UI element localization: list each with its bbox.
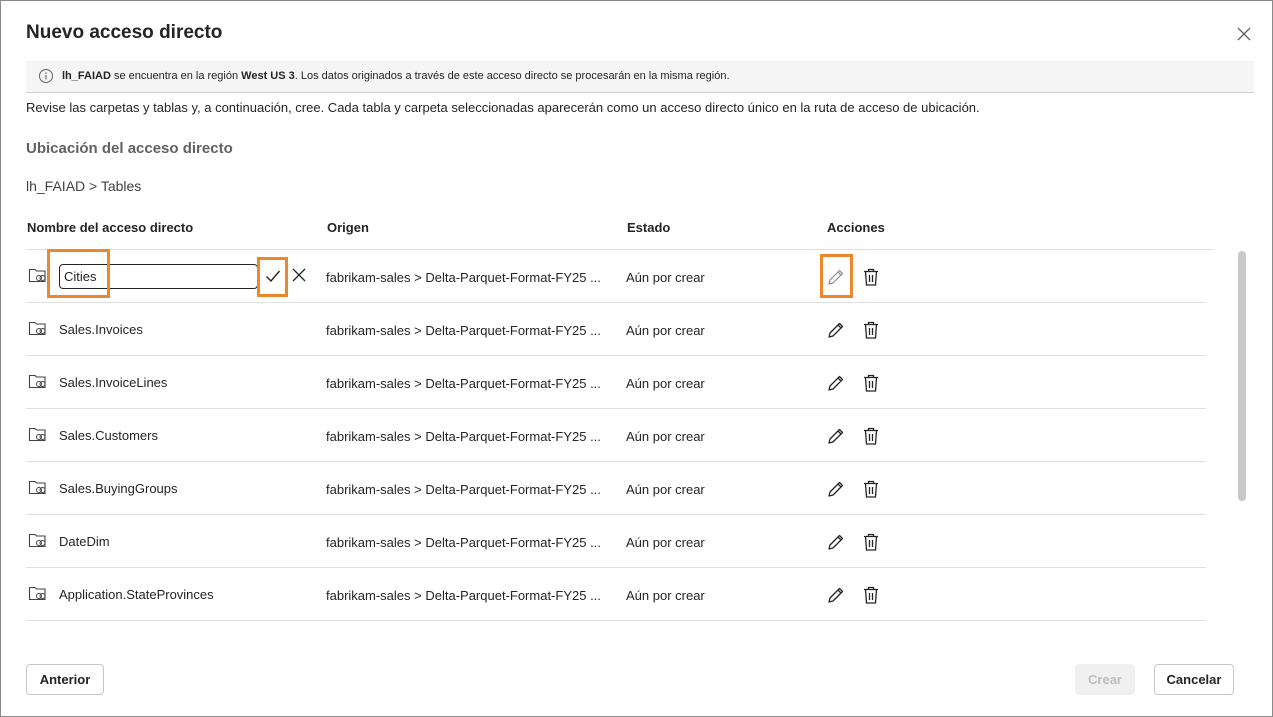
trash-icon[interactable] (862, 479, 880, 499)
shortcut-name: DateDim (59, 534, 110, 549)
state-cell: Aún por crear (626, 535, 705, 550)
pencil-icon[interactable] (826, 426, 846, 446)
shortcut-name: Sales.Invoices (59, 322, 143, 337)
cancel-button[interactable]: Cancelar (1154, 664, 1234, 695)
state-cell: Aún por crear (626, 270, 705, 285)
folder-link-icon (28, 427, 46, 442)
banner-text-1: se encuentra en la región (110, 70, 242, 82)
banner-text-2: . Los datos originados a través de este … (294, 70, 730, 82)
pencil-icon[interactable] (826, 373, 846, 393)
state-cell: Aún por crear (626, 588, 705, 603)
description-text: Revise las carpetas y tablas y, a contin… (26, 100, 980, 115)
state-cell: Aún por crear (626, 376, 705, 391)
trash-icon[interactable] (862, 532, 880, 552)
origin-cell: fabrikam-sales > Delta-Parquet-Format-FY… (326, 270, 601, 285)
pencil-icon[interactable] (826, 320, 846, 340)
pencil-icon[interactable] (826, 479, 846, 499)
table-row: Application.StateProvinces fabrikam-sale… (26, 568, 1206, 621)
column-header-actions: Acciones (827, 220, 885, 235)
origin-cell: fabrikam-sales > Delta-Parquet-Format-FY… (326, 323, 601, 338)
table-row: Sales.Invoices fabrikam-sales > Delta-Pa… (26, 303, 1206, 356)
pencil-icon[interactable] (826, 585, 846, 605)
shortcut-name: Sales.InvoiceLines (59, 375, 168, 390)
origin-cell: fabrikam-sales > Delta-Parquet-Format-FY… (326, 429, 601, 444)
shortcut-name: Sales.Customers (59, 428, 158, 443)
pencil-icon[interactable] (826, 532, 846, 552)
scrollbar-thumb[interactable] (1238, 251, 1246, 501)
origin-cell: fabrikam-sales > Delta-Parquet-Format-FY… (326, 482, 601, 497)
column-header-name: Nombre del acceso directo (27, 220, 194, 235)
close-icon[interactable] (1234, 24, 1254, 44)
trash-icon[interactable] (862, 320, 880, 340)
origin-cell: fabrikam-sales > Delta-Parquet-Format-FY… (326, 376, 601, 391)
new-shortcut-dialog: Nuevo acceso directo lh_FAIAD se encuent… (0, 0, 1273, 717)
trash-icon[interactable] (862, 426, 880, 446)
location-title: Ubicación del acceso directo (26, 140, 233, 157)
table-row: fabrikam-sales > Delta-Parquet-Format-FY… (26, 250, 1206, 303)
trash-icon[interactable] (862, 373, 880, 393)
state-cell: Aún por crear (626, 482, 705, 497)
state-cell: Aún por crear (626, 429, 705, 444)
banner-lakehouse: lh_FAIAD (62, 70, 111, 82)
banner-region: West US 3 (241, 70, 295, 82)
state-cell: Aún por crear (626, 323, 705, 338)
breadcrumb: lh_FAIAD > Tables (26, 178, 142, 194)
previous-button[interactable]: Anterior (26, 664, 104, 695)
folder-link-icon (28, 268, 46, 283)
origin-cell: fabrikam-sales > Delta-Parquet-Format-FY… (326, 535, 601, 550)
dialog-title: Nuevo acceso directo (26, 22, 223, 43)
table-row: Sales.InvoiceLines fabrikam-sales > Delt… (26, 356, 1206, 409)
folder-link-icon (28, 374, 46, 389)
table-row: Sales.BuyingGroups fabrikam-sales > Delt… (26, 462, 1206, 515)
shortcut-name-input[interactable] (59, 264, 258, 289)
shortcut-name: Sales.BuyingGroups (59, 481, 178, 496)
create-button[interactable]: Crear (1075, 664, 1135, 695)
check-icon[interactable] (264, 267, 282, 285)
folder-link-icon (28, 321, 46, 336)
folder-link-icon (28, 586, 46, 601)
dismiss-icon[interactable] (292, 268, 306, 282)
shortcut-name: Application.StateProvinces (59, 587, 214, 602)
trash-icon[interactable] (862, 267, 880, 287)
column-header-state: Estado (627, 220, 671, 235)
table-row: Sales.Customers fabrikam-sales > Delta-P… (26, 409, 1206, 462)
column-header-origin: Origen (327, 220, 369, 235)
pencil-icon[interactable] (826, 267, 846, 287)
region-info-banner: lh_FAIAD se encuentra en la región West … (26, 61, 1254, 93)
trash-icon[interactable] (862, 585, 880, 605)
origin-cell: fabrikam-sales > Delta-Parquet-Format-FY… (326, 588, 601, 603)
table-row: DateDim fabrikam-sales > Delta-Parquet-F… (26, 515, 1206, 568)
folder-link-icon (28, 480, 46, 495)
info-icon (39, 69, 53, 83)
folder-link-icon (28, 533, 46, 548)
